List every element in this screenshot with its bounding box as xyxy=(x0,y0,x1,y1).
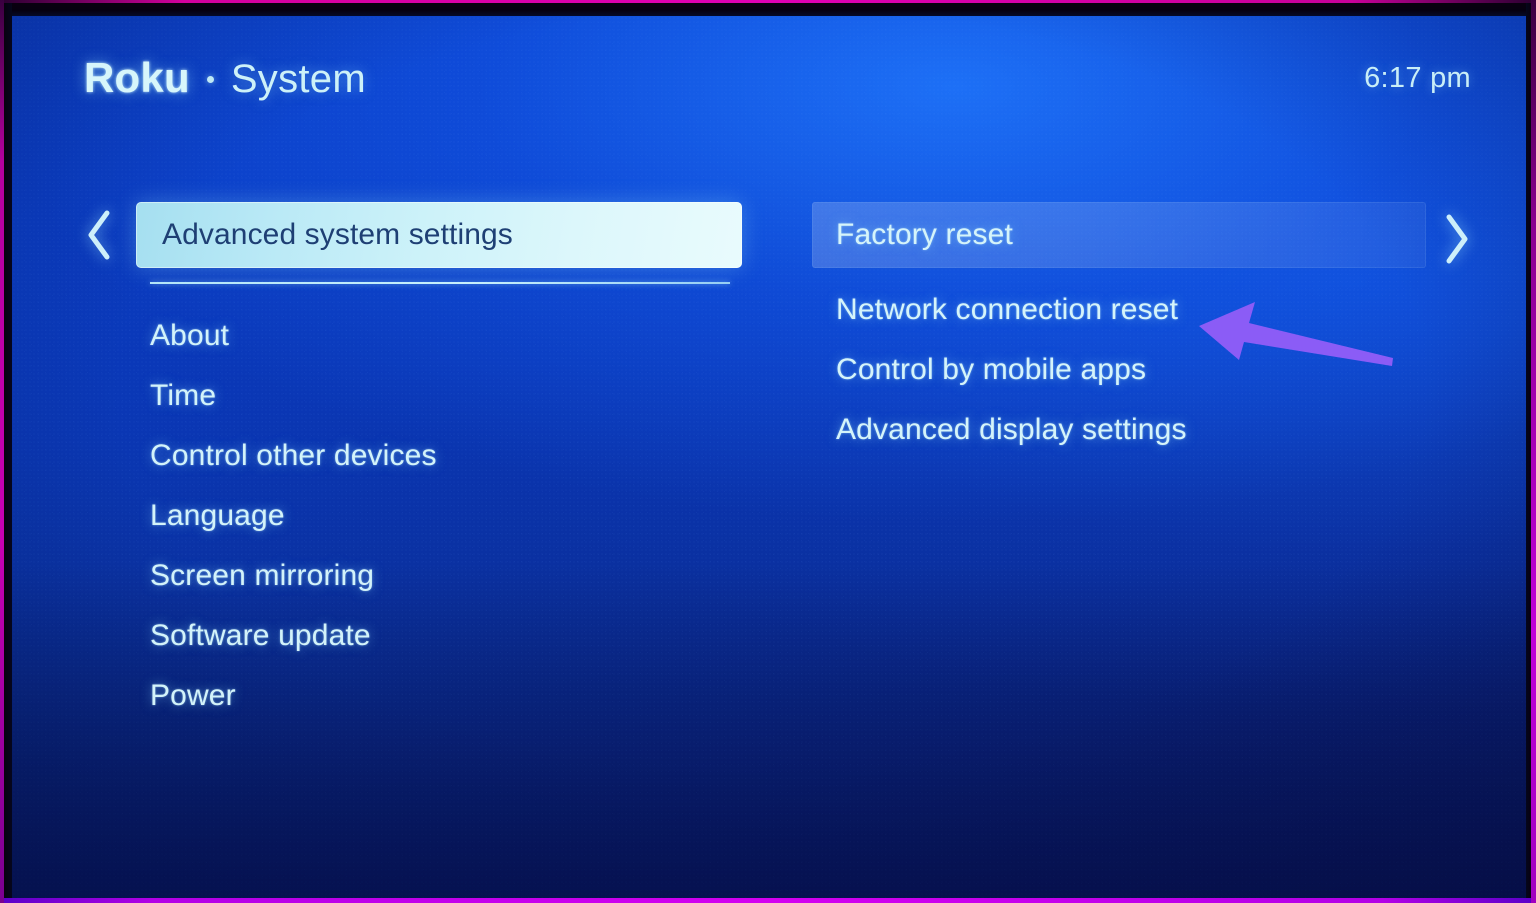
frame-left-edge xyxy=(0,0,4,903)
frame-top-edge xyxy=(0,0,1536,3)
status-clock: 6:17 pm xyxy=(1364,62,1471,94)
frame-bottom-edge xyxy=(0,898,1536,903)
sidebar-item-advanced-system-settings[interactable]: Advanced system settings xyxy=(136,202,742,268)
submenu-item-advanced-display-settings[interactable]: Advanced display settings xyxy=(812,400,1432,460)
submenu-item-network-connection-reset[interactable]: Network connection reset xyxy=(812,280,1432,340)
screen-header: Roku System 6:17 pm xyxy=(12,54,1531,124)
submenu-item-factory-reset[interactable]: Factory reset xyxy=(812,202,1426,268)
frame-right-edge xyxy=(1531,0,1536,903)
roku-logo: Roku xyxy=(84,54,190,101)
sidebar-item-label: Time xyxy=(150,379,217,412)
sidebar-item-time[interactable]: Time xyxy=(150,366,790,426)
submenu-item-control-by-mobile-apps[interactable]: Control by mobile apps xyxy=(812,340,1432,400)
sidebar-item-label: Advanced system settings xyxy=(162,218,513,251)
sidebar-item-language[interactable]: Language xyxy=(150,486,790,546)
left-menu-list: About Time Control other devices Languag… xyxy=(150,306,790,726)
page-title: System xyxy=(230,57,366,101)
sidebar-item-about[interactable]: About xyxy=(150,306,790,366)
sidebar-item-software-update[interactable]: Software update xyxy=(150,606,790,666)
bezel-left xyxy=(3,0,12,903)
sidebar-item-label: Power xyxy=(150,679,236,712)
sidebar-item-label: Language xyxy=(150,499,285,532)
tv-photo-frame: Roku System 6:17 pm Advanced system sett… xyxy=(0,0,1536,903)
left-column-divider xyxy=(150,282,730,284)
breadcrumb: Roku System xyxy=(84,54,366,102)
submenu-item-label: Advanced display settings xyxy=(836,413,1187,446)
sidebar-item-control-other-devices[interactable]: Control other devices xyxy=(150,426,790,486)
dot-separator-icon xyxy=(206,76,214,83)
sidebar-item-label: Software update xyxy=(150,619,371,652)
sidebar-item-label: Control other devices xyxy=(150,439,437,472)
sidebar-item-label: Screen mirroring xyxy=(150,559,375,592)
left-settings-column: Advanced system settings About Time Cont… xyxy=(90,202,790,726)
sidebar-item-label: About xyxy=(150,319,230,352)
submenu-item-label: Factory reset xyxy=(836,218,1013,251)
chevron-left-icon[interactable] xyxy=(84,209,114,261)
right-menu-list: Network connection reset Control by mobi… xyxy=(812,280,1432,460)
right-settings-column: Factory reset Network connection reset C… xyxy=(812,202,1432,460)
bezel-top xyxy=(0,2,1536,16)
submenu-item-label: Control by mobile apps xyxy=(836,353,1147,386)
sidebar-item-screen-mirroring[interactable]: Screen mirroring xyxy=(150,546,790,606)
sidebar-item-power[interactable]: Power xyxy=(150,666,790,726)
chevron-right-icon[interactable] xyxy=(1441,213,1471,265)
roku-settings-screen: Roku System 6:17 pm Advanced system sett… xyxy=(12,16,1531,898)
submenu-item-label: Network connection reset xyxy=(836,293,1179,326)
